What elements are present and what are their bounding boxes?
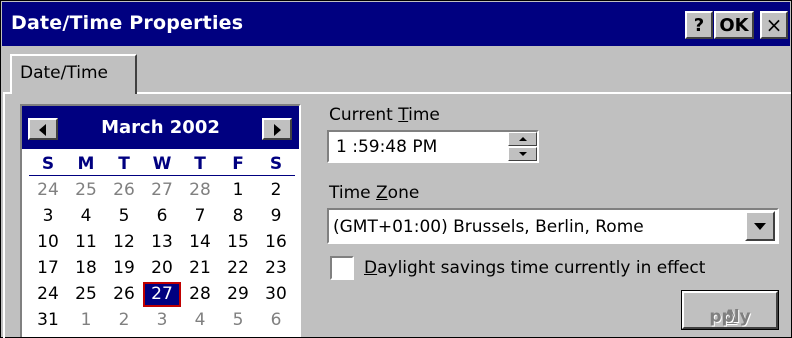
calendar-day[interactable]: 13 [143,230,181,255]
current-time-field[interactable]: 1 :59:48 PM [327,130,539,163]
help-button[interactable]: ? [685,11,713,39]
calendar-day[interactable]: 19 [105,256,143,281]
current-time-label-text: ime [408,105,440,125]
close-button[interactable]: × [760,11,788,39]
calendar-day-other-month[interactable]: 26 [105,178,143,203]
daylight-savings-checkbox[interactable] [330,256,354,280]
calendar-day-other-month[interactable]: 4 [181,308,219,333]
calendar-day[interactable]: 17 [29,256,67,281]
triangle-right-icon [274,124,281,136]
calendar-day[interactable]: 15 [219,230,257,255]
calendar-day[interactable]: 26 [105,282,143,307]
calendar-day[interactable]: 22 [219,256,257,281]
apply-button-text: pply [709,307,751,327]
calendar-header: March 2002 [22,106,299,149]
calendar-day[interactable]: 10 [29,230,67,255]
title-bar: Date/Time Properties ? OK × [2,2,790,46]
calendar-day-other-month[interactable]: 3 [143,308,181,333]
chevron-down-icon [754,223,766,230]
daylight-savings-label[interactable]: Daylight savings time currently in effec… [364,258,705,278]
calendar-day[interactable]: 28 [181,282,219,307]
current-time-label-mnemonic: T [398,105,409,125]
time-zone-select[interactable]: (GMT+01:00) Brussels, Berlin, Rome [327,208,779,244]
calendar-day[interactable]: 1 [219,178,257,203]
weekday-label: W [152,154,172,174]
weekday-label: T [118,154,130,174]
calendar-day[interactable]: 27 [143,282,181,307]
calendar-day-other-month[interactable]: 25 [67,178,105,203]
apply-button[interactable]: Apply [681,290,779,330]
calendar-day-other-month[interactable]: 2 [105,308,143,333]
time-zone-dropdown-button[interactable] [745,211,775,241]
calendar-day[interactable]: 18 [67,256,105,281]
calendar-day[interactable]: 4 [67,204,105,229]
calendar-day-other-month[interactable]: 27 [143,178,181,203]
calendar-day[interactable]: 6 [143,204,181,229]
calendar-day-other-month[interactable]: 5 [219,308,257,333]
time-increment-button[interactable] [508,132,537,146]
time-zone-label: Time Zone [329,183,419,203]
calendar-day[interactable]: 21 [181,256,219,281]
current-time-label-text: Current [329,105,399,125]
calendar-day[interactable]: 11 [67,230,105,255]
time-decrement-button[interactable] [508,147,537,161]
date-time-properties-window: Date/Time Properties ? OK × Date/Time Ma… [0,0,792,338]
daylight-savings-label-text: aylight savings time currently in effect [377,258,706,278]
panel-edge [3,92,5,338]
ok-button[interactable]: OK [714,11,754,39]
weekday-header-row: SMTWTFS [29,154,295,176]
calendar-day[interactable]: 25 [67,282,105,307]
current-time-value[interactable]: 1 :59:48 PM [336,137,437,157]
tab-date-time[interactable]: Date/Time [10,54,137,94]
spin-up-icon [519,137,527,141]
time-zone-label-text: one [387,183,420,203]
weekday-label: S [41,154,55,174]
calendar-day[interactable]: 2 [257,178,295,203]
calendar-day[interactable]: 14 [181,230,219,255]
calendar-day-other-month[interactable]: 24 [29,178,67,203]
calendar-day[interactable]: 5 [105,204,143,229]
calendar-day-other-month[interactable]: 6 [257,308,295,333]
calendar-day[interactable]: 16 [257,230,295,255]
calendar-day[interactable]: 31 [29,308,67,333]
current-time-label: Current Time [329,105,440,125]
spin-down-icon [519,152,527,156]
calendar-day[interactable]: 23 [257,256,295,281]
calendar-day[interactable]: 20 [143,256,181,281]
weekday-label: T [194,154,206,174]
weekday-label: S [269,154,283,174]
time-zone-label-mnemonic: Z [376,183,388,203]
time-zone-value: (GMT+01:00) Brussels, Berlin, Rome [333,217,644,237]
daylight-savings-label-mnemonic: D [364,258,378,278]
calendar-month-label[interactable]: March 2002 [22,117,299,138]
calendar-day[interactable]: 30 [257,282,295,307]
calendar-day[interactable]: 29 [219,282,257,307]
calendar-day[interactable]: 3 [29,204,67,229]
tab-strip-edge [137,92,791,94]
month-calendar: March 2002 SMTWTFS 24 25 26 27 28 1 2 3 4 5 6 7 8 9 10… [20,104,301,337]
calendar-day[interactable]: 8 [219,204,257,229]
weekday-label: F [232,154,244,174]
weekday-label: M [77,154,95,174]
next-month-button[interactable] [262,118,292,140]
calendar-day-other-month[interactable]: 1 [67,308,105,333]
calendar-day[interactable]: 12 [105,230,143,255]
calendar-day[interactable]: 7 [181,204,219,229]
time-zone-label-text: Time [329,183,377,203]
window-title: Date/Time Properties [11,12,244,34]
tab-label: Date/Time [20,63,108,83]
calendar-day[interactable]: 24 [29,282,67,307]
calendar-day-other-month[interactable]: 28 [181,178,219,203]
calendar-day[interactable]: 9 [257,204,295,229]
